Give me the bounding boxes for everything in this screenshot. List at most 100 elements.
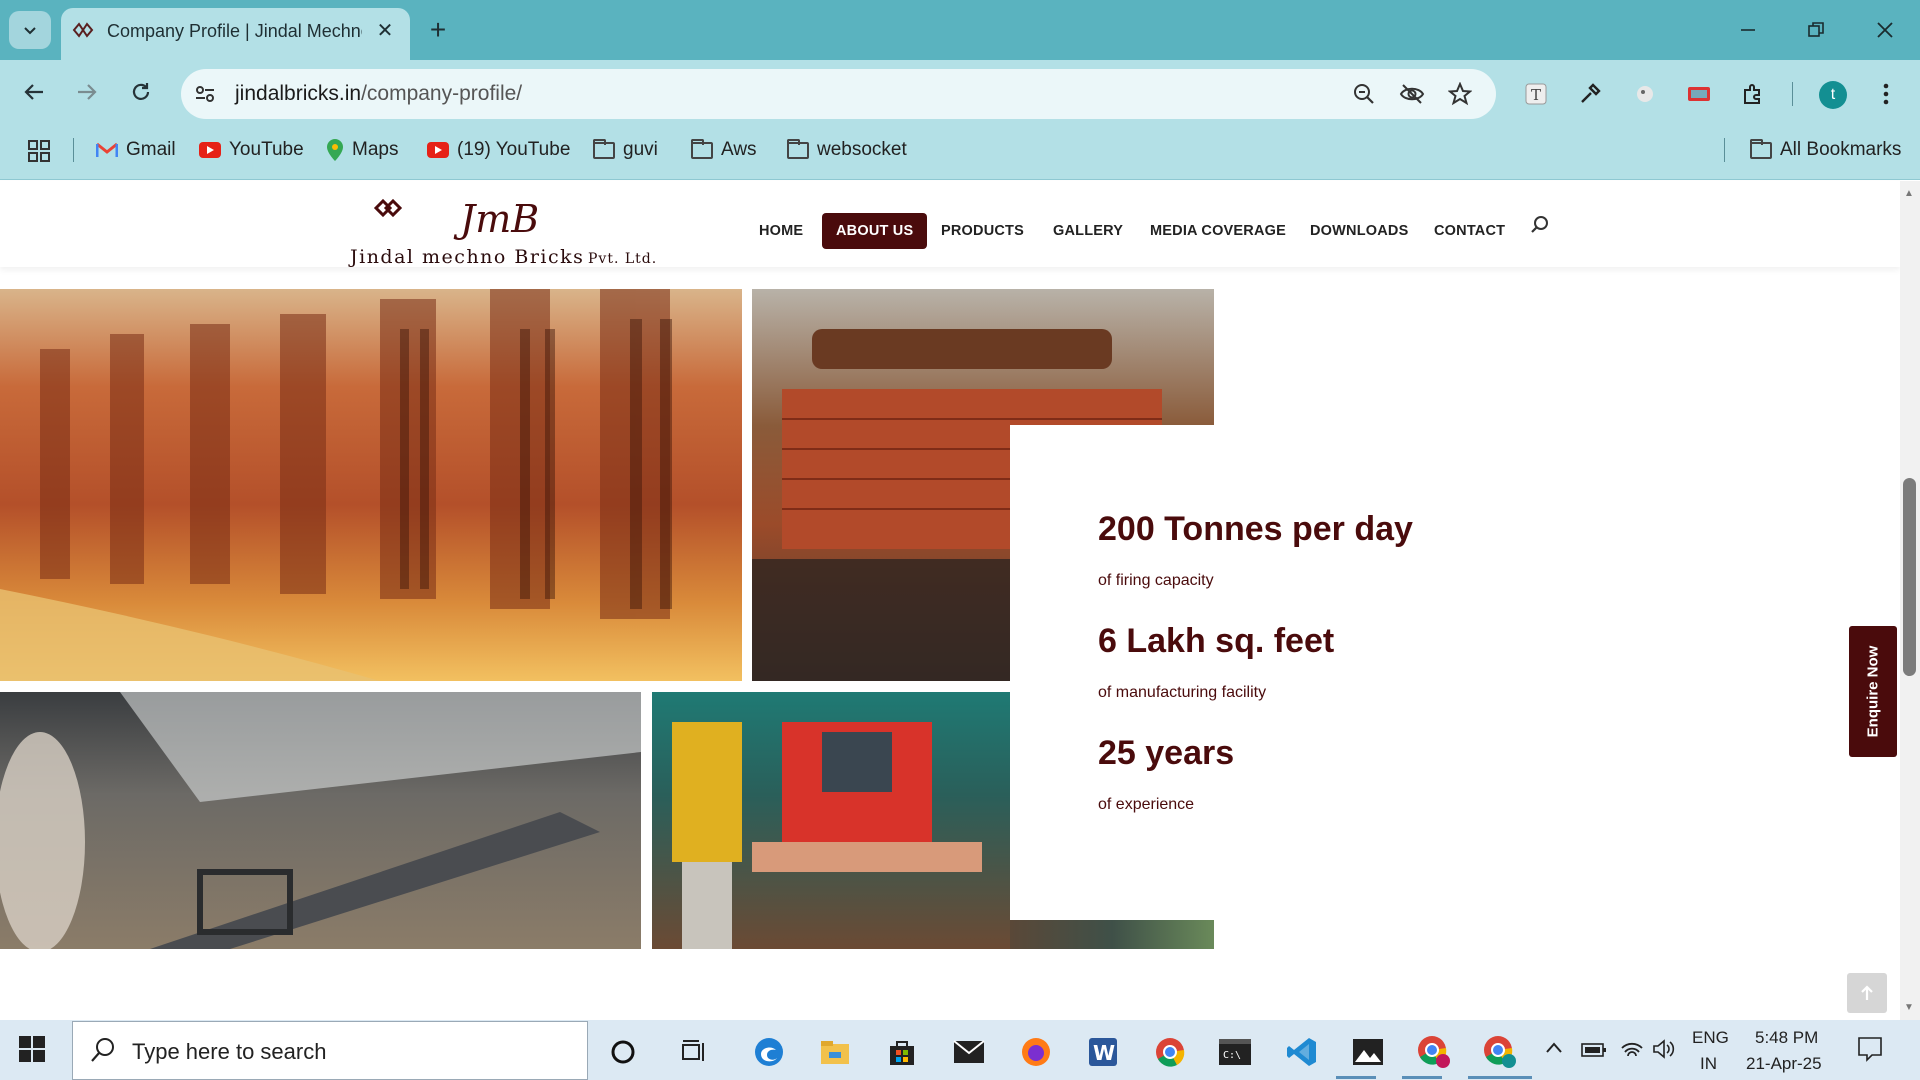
tab-title: Company Profile | Jindal Mechno Bricks (107, 21, 362, 41)
menu-about-us[interactable]: ABOUT US (822, 213, 928, 249)
stats-panel (1010, 425, 1370, 920)
task-view-icon[interactable] (673, 1030, 717, 1074)
site-favicon-icon (72, 22, 94, 38)
text-extension-icon[interactable]: T (1518, 76, 1554, 112)
enquire-now-button[interactable]: Enquire Now (1849, 626, 1897, 757)
profile-avatar[interactable]: t (1819, 81, 1847, 109)
photo-strip (1010, 920, 1214, 949)
menu-products[interactable]: PRODUCTS (927, 213, 1038, 249)
url-text[interactable]: jindalbricks.in/company-profile/ (235, 82, 522, 106)
all-bookmarks-button[interactable]: All Bookmarks (1750, 138, 1901, 162)
tab-close-icon[interactable]: ✕ (371, 16, 399, 44)
browser-menu-icon[interactable] (1868, 76, 1904, 112)
language-region[interactable]: IN (1700, 1054, 1717, 1074)
edge-icon[interactable] (747, 1030, 791, 1074)
enquire-now-label: Enquire Now (1864, 645, 1882, 738)
new-tab-button[interactable]: + (420, 14, 456, 46)
forward-button[interactable] (67, 72, 107, 112)
bookmark-youtube[interactable]: YouTube (199, 138, 304, 162)
mail-icon[interactable] (947, 1030, 991, 1074)
extension-ghost-icon[interactable] (1627, 76, 1663, 112)
arrow-up-icon (1861, 985, 1873, 1000)
all-bookmarks-label: All Bookmarks (1780, 139, 1902, 160)
extension-screen-icon[interactable] (1681, 76, 1717, 112)
menu-media-coverage[interactable]: MEDIA COVERAGE (1136, 213, 1300, 249)
reload-icon (132, 83, 150, 100)
zoom-icon[interactable] (1348, 78, 1380, 110)
menu-contact[interactable]: CONTACT (1420, 213, 1519, 249)
close-icon (1877, 22, 1893, 38)
site-search-icon[interactable] (1530, 215, 1550, 240)
bookmark-guvi[interactable]: guvi (593, 138, 658, 162)
file-explorer-icon[interactable] (813, 1030, 857, 1074)
maps-icon (327, 139, 343, 161)
stat-value: 25 years (1098, 734, 1235, 772)
site-info-icon[interactable] (189, 78, 221, 110)
bookmark-star-icon[interactable] (1444, 78, 1476, 110)
brick-stacks-illustration (0, 289, 672, 681)
restore-button[interactable] (1786, 8, 1846, 52)
brick-press-illustration (672, 722, 982, 949)
svg-text:C:\: C:\ (1223, 1050, 1241, 1061)
eye-off-icon[interactable] (1396, 78, 1428, 110)
tray-chevron-up-icon[interactable] (1545, 1040, 1563, 1059)
firefox-icon[interactable] (1014, 1030, 1058, 1074)
notifications-icon[interactable] (1857, 1036, 1883, 1067)
logo-line1: Jindal mechno Bricks (348, 246, 584, 268)
wifi-icon[interactable] (1620, 1038, 1644, 1065)
back-to-top-button[interactable] (1847, 973, 1887, 1013)
menu-home[interactable]: HOME (745, 213, 817, 249)
apps-grid-icon[interactable] (28, 140, 50, 167)
windows-start-icon[interactable] (18, 1035, 50, 1067)
conveyor-photo (0, 692, 641, 949)
bookmark-aws[interactable]: Aws (691, 138, 757, 162)
bookmark-maps[interactable]: Maps (326, 138, 398, 162)
store-icon[interactable] (880, 1030, 924, 1074)
bookmark-label: guvi (623, 139, 658, 160)
arrow-right-icon (78, 84, 97, 100)
bookmarks-divider (1724, 138, 1725, 162)
brick-stacks-photo (0, 289, 742, 681)
vscode-icon[interactable] (1280, 1030, 1324, 1074)
arrow-left-icon (24, 84, 43, 100)
bookmark-label: Aws (721, 139, 757, 160)
back-button[interactable] (14, 72, 54, 112)
volume-icon[interactable] (1652, 1039, 1676, 1064)
bookmark-label: (19) YouTube (457, 139, 571, 160)
extensions-puzzle-icon[interactable] (1735, 76, 1771, 112)
clock-time[interactable]: 5:48 PM (1755, 1028, 1818, 1048)
photos-icon[interactable] (1346, 1030, 1390, 1074)
chrome-profile-k-icon[interactable] (1412, 1030, 1456, 1074)
folder-icon (691, 138, 713, 159)
language-code[interactable]: ENG (1692, 1028, 1729, 1048)
word-icon[interactable]: W (1081, 1030, 1125, 1074)
minimize-button[interactable] (1718, 8, 1778, 52)
eyedropper-icon[interactable] (1572, 76, 1608, 112)
stat-value: 200 Tonnes per day (1098, 510, 1413, 548)
running-indicator (1468, 1076, 1532, 1079)
tab-search-button[interactable] (9, 11, 51, 49)
bookmark-label: Maps (352, 139, 399, 160)
chrome-icon[interactable] (1148, 1030, 1192, 1074)
cortana-icon[interactable] (601, 1030, 645, 1074)
chrome-profile-t-icon[interactable] (1478, 1030, 1522, 1074)
stat-value: 6 Lakh sq. feet (1098, 622, 1335, 660)
terminal-icon[interactable]: C:\ (1213, 1030, 1257, 1074)
bookmark-websocket[interactable]: websocket (787, 138, 907, 162)
close-window-button[interactable] (1855, 8, 1915, 52)
clock-date[interactable]: 21-Apr-25 (1746, 1054, 1822, 1074)
url-domain: jindalbricks.in (235, 82, 362, 105)
bookmark-label: Gmail (126, 139, 176, 160)
bookmark-youtube-19[interactable]: (19) YouTube (427, 138, 570, 162)
scrollbar-thumb[interactable] (1903, 478, 1916, 676)
running-indicator (1402, 1076, 1442, 1079)
scroll-up-icon[interactable]: ▲ (1904, 188, 1914, 199)
reload-button[interactable] (121, 72, 161, 112)
bookmark-gmail[interactable]: Gmail (96, 138, 176, 162)
battery-icon[interactable] (1581, 1042, 1607, 1063)
folder-icon (1750, 138, 1772, 159)
menu-gallery[interactable]: GALLERY (1039, 213, 1137, 249)
menu-downloads[interactable]: DOWNLOADS (1296, 213, 1422, 249)
site-logo[interactable]: JmB Jindal mechno Bricks Pvt. Ltd. (340, 190, 670, 270)
scroll-down-icon[interactable]: ▼ (1904, 1002, 1914, 1013)
